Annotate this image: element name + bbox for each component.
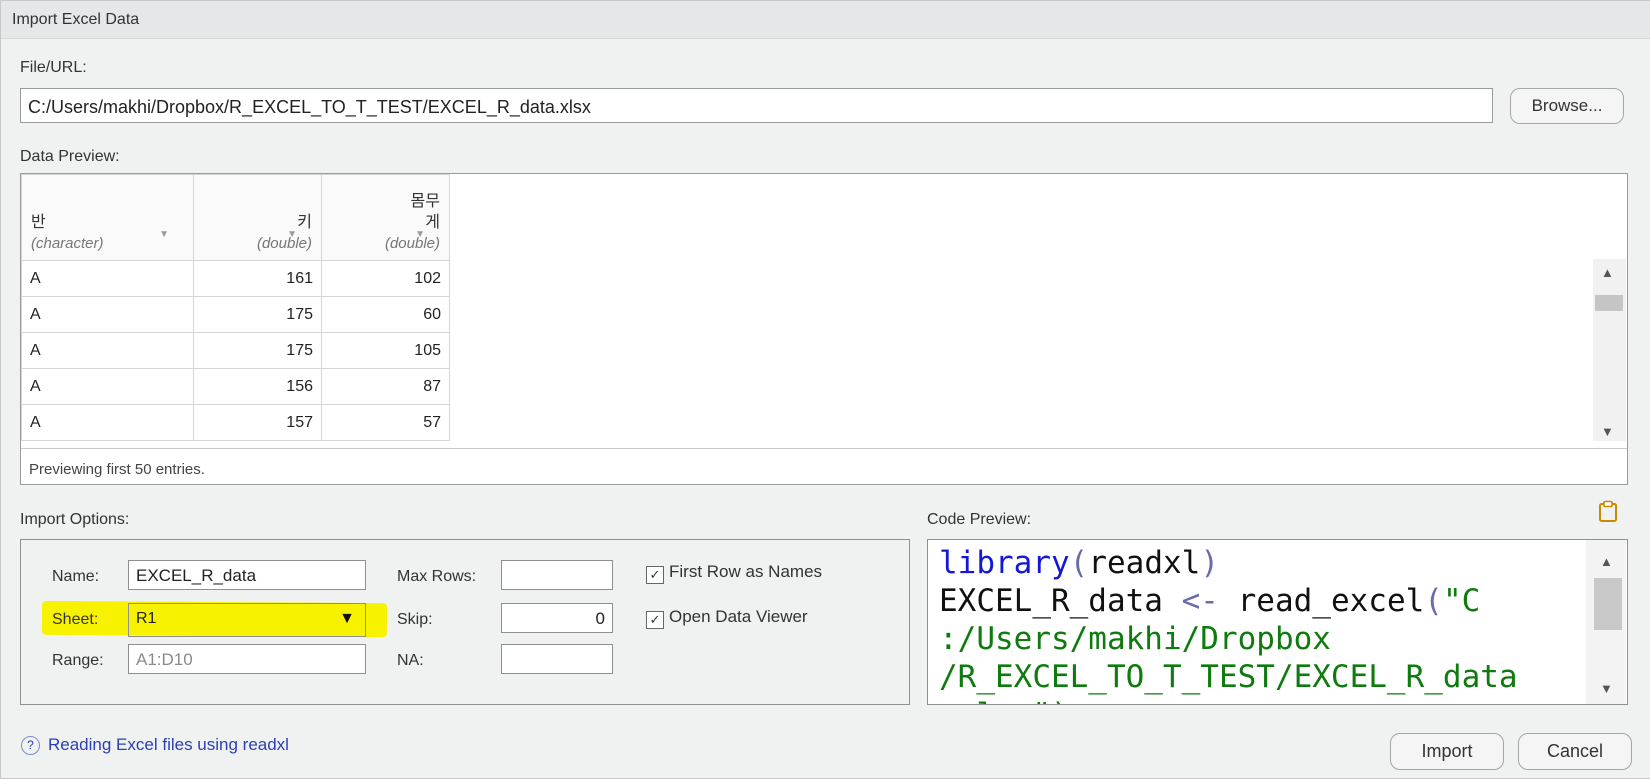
sheet-select-value: R1 [136,610,157,627]
scroll-thumb[interactable] [1595,295,1623,311]
name-input[interactable]: EXCEL_R_data [128,560,366,590]
data-preview-panel: 반 (character) ▼ 키 (double) ▼ 몸무 게 (doubl… [20,173,1628,485]
table-cell: 102 [321,260,450,297]
scroll-up-icon[interactable]: ▲ [1600,554,1613,569]
preview-status-text: Previewing first 50 entries. [21,448,1627,485]
title-bar[interactable]: Import Excel Data [1,1,1650,39]
skip-input[interactable]: 0 [501,603,613,633]
column-header-ki[interactable]: 키 (double) ▼ [193,174,322,261]
table-cell: 175 [193,332,322,369]
import-button[interactable]: Import [1390,733,1504,770]
table-cell: 156 [193,368,322,405]
code-preview-editor[interactable]: library(readxl) EXCEL_R_data <- read_exc… [927,539,1628,705]
table-cell: 175 [193,296,322,333]
code-arg: readxl [1088,545,1201,581]
column-name-line1: 몸무 [410,193,440,210]
checkbox-check-icon: ✓ [646,611,664,629]
help-link-text[interactable]: Reading Excel files using readxl [48,735,289,754]
clipboard-icon[interactable] [1598,500,1618,522]
table-cell: A [21,260,194,297]
data-preview-label: Data Preview: [20,148,120,165]
code-function: read_excel [1237,583,1425,619]
import-options-panel: Name: EXCEL_R_data Sheet: R1 ▼ Range: A1… [20,539,910,705]
code-paren: ( [1424,583,1443,619]
code-text[interactable]: library(readxl) EXCEL_R_data <- read_exc… [939,544,1518,704]
sort-dropdown-icon[interactable]: ▼ [159,229,169,240]
preview-scrollbar[interactable]: ▲ ▼ [1593,259,1626,441]
table-cell: 57 [321,404,450,441]
table-cell: A [21,404,194,441]
scroll-thumb[interactable] [1594,578,1622,630]
code-preview-label: Code Preview: [927,511,1032,528]
open-data-viewer-label: Open Data Viewer [669,607,808,626]
sort-dropdown-icon[interactable]: ▼ [415,229,425,240]
checkbox-check-icon: ✓ [646,566,664,584]
range-label: Range: [52,652,104,669]
file-url-label: File/URL: [20,59,87,76]
code-paren: ( [1069,545,1089,581]
table-row: A 175 105 [21,332,450,369]
column-header-weight[interactable]: 몸무 게 (double) ▼ [321,174,450,261]
scroll-down-icon[interactable]: ▼ [1601,424,1614,439]
table-cell: 161 [193,260,322,297]
help-icon: ? [21,736,40,755]
column-header-ban[interactable]: 반 (character) ▼ [21,174,194,261]
file-url-input[interactable]: C:/Users/makhi/Dropbox/R_EXCEL_TO_T_TEST… [20,88,1493,123]
first-row-names-label: First Row as Names [669,562,823,581]
na-label: NA: [397,652,424,669]
code-string: :/Users/makhi/Dropbox [939,621,1331,657]
data-preview-table: 반 (character) ▼ 키 (double) ▼ 몸무 게 (doubl… [21,174,450,441]
scroll-down-icon[interactable]: ▼ [1600,681,1613,696]
range-input[interactable]: A1:D10 [128,644,366,674]
table-cell: A [21,296,194,333]
browse-button[interactable]: Browse... [1510,88,1624,124]
column-type: (double) [384,235,440,252]
import-excel-dialog: Import Excel Data File/URL: C:/Users/mak… [0,0,1650,779]
cancel-button[interactable]: Cancel [1518,733,1632,770]
table-row: A 175 60 [21,296,450,333]
code-string: /R_EXCEL_TO_T_TEST/EXCEL_R_data [939,659,1518,695]
column-name: 키 [297,214,312,231]
sheet-select[interactable]: R1 ▼ [128,603,366,637]
code-variable: EXCEL_R_data [939,583,1163,619]
table-cell: 157 [193,404,322,441]
window-title: Import Excel Data [12,11,140,28]
sort-dropdown-icon[interactable]: ▼ [287,229,297,240]
max-rows-label: Max Rows: [397,568,477,585]
first-row-names-checkbox[interactable]: ✓ First Row as Names [646,562,822,584]
table-row: A 156 87 [21,368,450,405]
table-row: A 157 57 [21,404,450,441]
max-rows-input[interactable] [501,560,613,590]
open-data-viewer-checkbox[interactable]: ✓ Open Data Viewer [646,607,808,629]
table-cell: 87 [321,368,450,405]
skip-label: Skip: [397,611,433,628]
help-link[interactable]: ? Reading Excel files using readxl [21,735,289,755]
code-assign: <- [1181,583,1219,619]
import-options-label: Import Options: [20,511,130,528]
code-scrollbar[interactable]: ▲ ▼ [1586,540,1626,704]
table-cell: 105 [321,332,450,369]
chevron-down-icon: ▼ [339,610,355,627]
name-label: Name: [52,568,100,585]
scroll-up-icon[interactable]: ▲ [1601,265,1614,280]
table-cell: 60 [321,296,450,333]
table-cell: A [21,368,194,405]
na-input[interactable] [501,644,613,674]
table-row: A 161 102 [21,260,450,297]
code-function: library [939,545,1070,581]
sheet-label: Sheet: [52,611,99,628]
code-string: "C [1442,583,1481,619]
column-type: (double) [256,235,312,252]
table-cell: A [21,332,194,369]
column-name-line2: 게 [425,214,440,231]
code-string: .xlsx") [939,697,1070,704]
code-paren: ) [1200,545,1219,581]
